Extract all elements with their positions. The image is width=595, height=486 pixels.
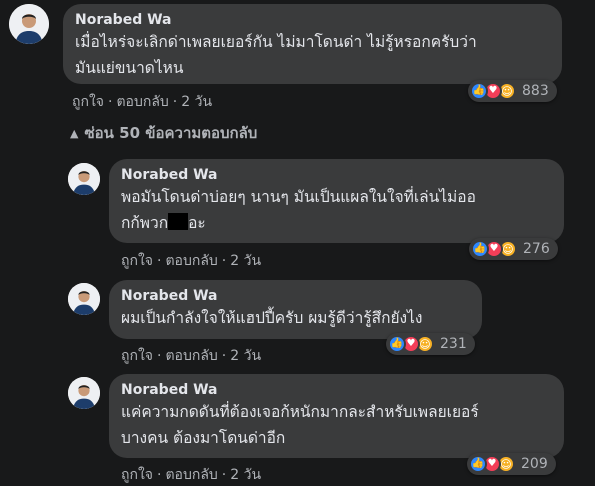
timestamp[interactable]: 2 วัน [230,253,261,269]
like-button[interactable]: ถูกใจ [72,94,104,110]
timestamp[interactable]: 2 วัน [230,467,261,483]
comment-author[interactable]: Norabed Wa [121,381,552,399]
comment-thread: Norabed Wa เมื่อไหร่จะเลิกด่าเพลยเยอร์กั… [0,0,595,486]
separator-dot: · [172,94,178,110]
comment-text-line: มันแย่ขนาดไหน [75,59,184,77]
reaction-count: 883 [522,83,549,99]
avatar[interactable] [9,4,49,44]
reaction-summary[interactable]: 👍 ♥ ☺ 231 [386,333,475,355]
comment-text-line: เมื่อไหร่จะเลิกด่าเพลยเยอร์กัน ไม่มาโดนด… [75,33,477,51]
comment-actions: ถูกใจ · ตอบกลับ · 2 วัน [121,252,261,270]
hide-replies-button[interactable]: ▲ ซ่อน 50 ข้อความตอบกลับ [70,123,257,144]
comment-text-line: กก้พวก อะ [121,213,206,232]
avatar-icon [68,377,100,409]
avatar[interactable] [68,377,100,409]
separator-dot: · [221,253,227,269]
separator-dot: · [157,253,162,269]
avatar-icon [9,4,49,44]
reaction-summary[interactable]: 👍 ♥ ☺ 276 [469,238,558,260]
like-button[interactable]: ถูกใจ [121,253,153,269]
hide-replies-label: ซ่อน 50 ข้อความตอบกลับ [84,124,258,142]
comment-actions: ถูกใจ · ตอบกลับ · 2 วัน [121,347,261,365]
avatar-icon [68,283,100,315]
timestamp[interactable]: 2 วัน [230,348,261,364]
avatar[interactable] [68,163,100,195]
avatar[interactable] [68,283,100,315]
reply-button[interactable]: ตอบกลับ [165,348,217,364]
comment-text-line: บางคน ต้องมาโดนด่าอีก [121,429,286,447]
comment-text-line: ผมเป็นกำลังใจให้แฮปปี้ครับ ผมรู้ดีว่ารู้… [121,309,423,327]
comment-author[interactable]: Norabed Wa [121,287,470,305]
like-reaction-icon: 👍 [470,82,488,100]
reaction-count: 209 [521,456,548,472]
like-reaction-icon: 👍 [469,455,487,473]
comment-text-line: แค่ความกดดันที่ต้องเจอก้หนักมากละสำหรับเ… [121,403,479,421]
reply-button[interactable]: ตอบกลับ [116,94,168,110]
like-reaction-icon: 👍 [388,335,406,353]
chevron-up-icon: ▲ [70,127,79,140]
censored-block [168,213,189,230]
separator-dot: · [221,348,227,364]
comment-actions: ถูกใจ · ตอบกลับ · 2 วัน [121,466,261,484]
separator-dot: · [157,348,162,364]
separator-dot: · [108,94,113,110]
reply-bubble: Norabed Wa แค่ความกดดันที่ต้องเจอก้หนักม… [109,374,564,458]
reply-bubble: Norabed Wa ผมเป็นกำลังใจให้แฮปปี้ครับ ผม… [109,280,482,339]
like-button[interactable]: ถูกใจ [121,467,153,483]
reply-button[interactable]: ตอบกลับ [165,253,217,269]
reply-button[interactable]: ตอบกลับ [165,467,217,483]
like-reaction-icon: 👍 [471,240,489,258]
reply-bubble: Norabed Wa พอมันโดนด่าบ่อยๆ นานๆ มันเป็น… [109,159,564,243]
timestamp[interactable]: 2 วัน [181,94,212,110]
comment-author[interactable]: Norabed Wa [121,166,552,184]
comment-author[interactable]: Norabed Wa [75,11,550,29]
avatar-icon [68,163,100,195]
comment-bubble: Norabed Wa เมื่อไหร่จะเลิกด่าเพลยเยอร์กั… [63,4,562,84]
separator-dot: · [157,467,162,483]
comment-text-line: พอมันโดนด่าบ่อยๆ นานๆ มันเป็นแผลในใจที่เ… [121,188,476,206]
comment-actions: ถูกใจ · ตอบกลับ · 2 วัน [72,93,212,111]
reaction-summary[interactable]: 👍 ♥ ☺ 209 [467,453,556,475]
reaction-count: 231 [440,336,467,352]
like-button[interactable]: ถูกใจ [121,348,153,364]
separator-dot: · [221,467,227,483]
reaction-summary[interactable]: 👍 ♥ ☺ 883 [468,80,557,102]
reaction-count: 276 [523,241,550,257]
